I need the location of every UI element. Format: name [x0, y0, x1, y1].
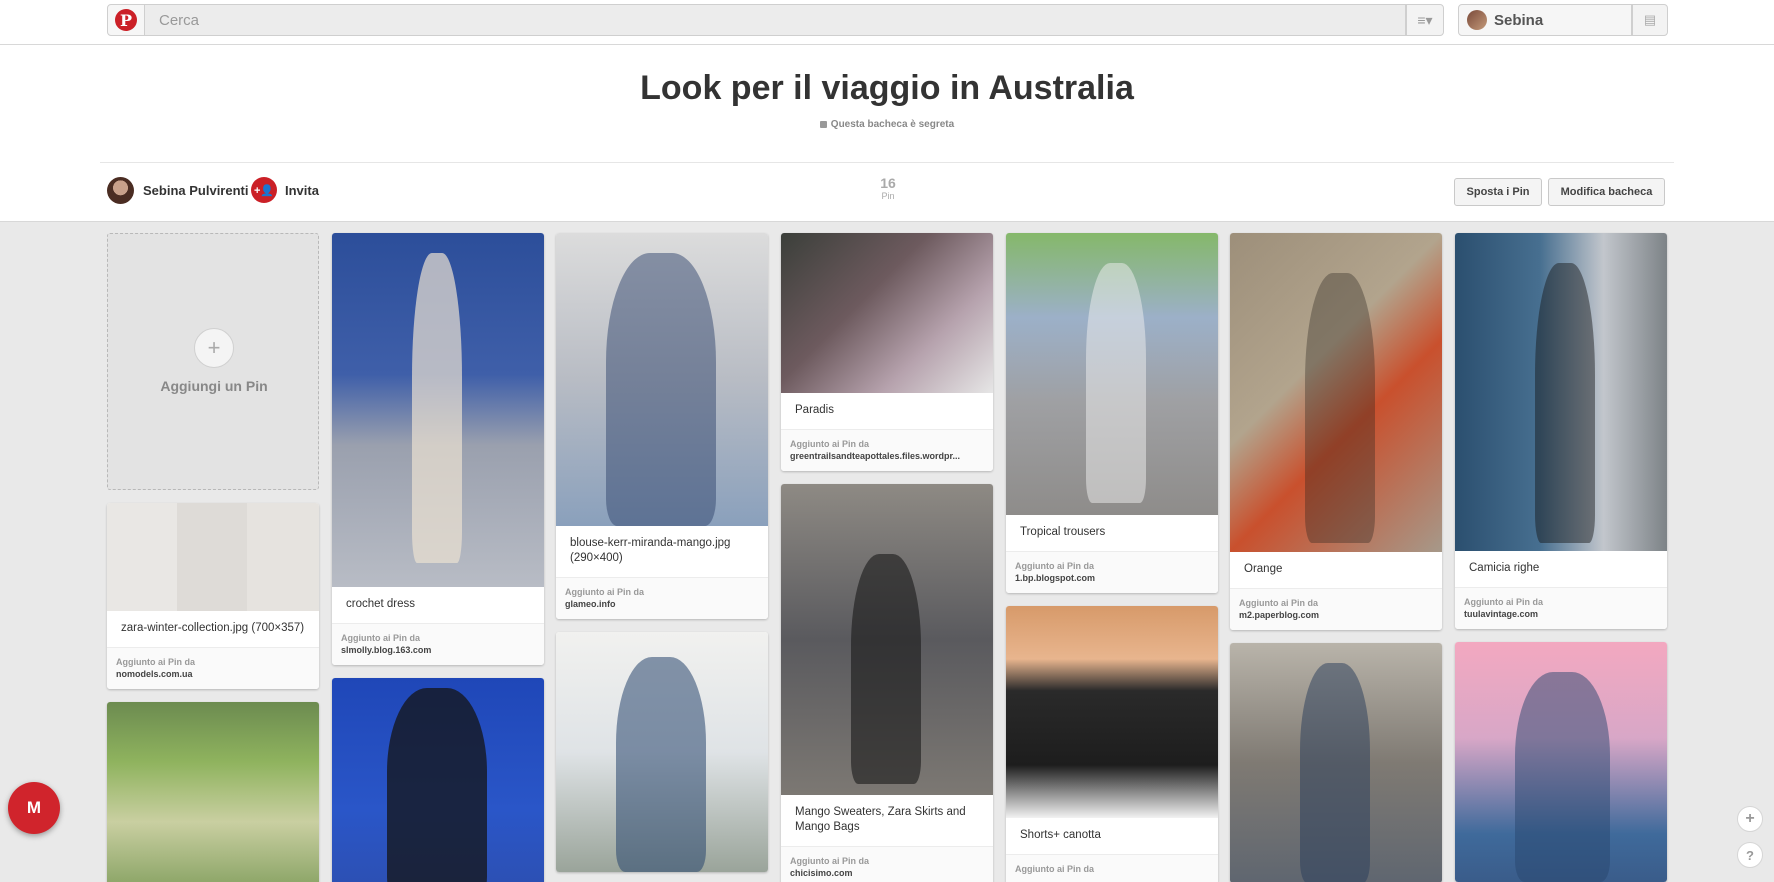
figure-shape [1515, 672, 1610, 882]
pin-description: Paradis [781, 393, 993, 430]
search-input[interactable] [145, 5, 1405, 35]
pin-image[interactable] [332, 678, 544, 882]
pin-card[interactable]: Mango Sweaters, Zara Skirts and Mango Ba… [781, 484, 993, 882]
plus-icon: + [194, 328, 234, 368]
notifications-button[interactable]: ▤ [1632, 4, 1668, 36]
pin-image[interactable] [556, 632, 768, 872]
pin-count-label: Pin [881, 191, 895, 201]
pinterest-logo-button[interactable]: P [107, 4, 145, 36]
add-pin-label: Aggiungi un Pin [160, 378, 268, 394]
divider [100, 162, 1674, 163]
pin-source[interactable]: Aggiunto ai Pin da [1006, 855, 1218, 882]
pin-description: Mango Sweaters, Zara Skirts and Mango Ba… [781, 795, 993, 847]
pin-card[interactable]: zara-winter-collection.jpg (700×357) Agg… [107, 503, 319, 689]
figure-shape [412, 253, 462, 563]
menu-icon: ≡▾ [1417, 11, 1433, 28]
pin-source[interactable]: Aggiunto ai Pin da glameo.info [556, 578, 768, 619]
pin-source[interactable]: Aggiunto ai Pin da slmolly.blog.163.com [332, 624, 544, 665]
pin-source[interactable]: Aggiunto ai Pin da nomodels.com.ua [107, 648, 319, 689]
top-bar: P ≡▾ Sebina ▤ [0, 0, 1774, 45]
pin-column-3: blouse-kerr-miranda-mango.jpg (290×400) … [556, 233, 768, 882]
pin-image[interactable] [1006, 233, 1218, 515]
figure-shape [387, 688, 487, 882]
board-header: Look per il viaggio in Australia Questa … [0, 45, 1774, 222]
pin-card[interactable]: Orange Aggiunto ai Pin da m2.paperblog.c… [1230, 233, 1442, 630]
user-name: Sebina [1494, 11, 1544, 29]
figure-shape [1086, 263, 1146, 503]
secret-board-label: Questa bacheca è segreta [0, 119, 1774, 130]
pin-image[interactable] [1006, 606, 1218, 818]
pin-description: Shorts+ canotta [1006, 818, 1218, 855]
pin-image[interactable] [107, 503, 319, 611]
move-pins-button[interactable]: Sposta i Pin [1454, 178, 1542, 206]
pin-column-5: Tropical trousers Aggiunto ai Pin da 1.b… [1006, 233, 1218, 882]
pin-card[interactable] [1230, 643, 1442, 882]
figure-shape [851, 554, 921, 784]
pin-description: Orange [1230, 552, 1442, 589]
board-owner[interactable]: Sebina Pulvirenti [107, 177, 248, 204]
pin-column-2: crochet dress Aggiunto ai Pin da slmolly… [332, 233, 544, 882]
pin-card[interactable]: Tropical trousers Aggiunto ai Pin da 1.b… [1006, 233, 1218, 593]
pin-description: zara-winter-collection.jpg (700×357) [107, 611, 319, 648]
invite-label: Invita [285, 182, 319, 198]
add-person-icon: +👤 [251, 177, 277, 203]
invite-button[interactable]: +👤 Invita [251, 177, 319, 203]
pin-card[interactable]: Camicia righe Aggiunto ai Pin da tuulavi… [1455, 233, 1667, 629]
pin-image[interactable] [781, 484, 993, 795]
pin-source[interactable]: Aggiunto ai Pin da 1.bp.blogspot.com [1006, 552, 1218, 593]
lock-icon [819, 121, 827, 128]
pin-column-4: Paradis Aggiunto ai Pin da greentrailsan… [781, 233, 993, 882]
pin-description: Tropical trousers [1006, 515, 1218, 552]
figure-shape [1305, 273, 1375, 543]
pin-image[interactable] [107, 702, 319, 882]
pin-source[interactable]: Aggiunto ai Pin da greentrailsandteapott… [781, 430, 993, 471]
pin-image[interactable] [1230, 643, 1442, 882]
pin-image[interactable] [1455, 642, 1667, 882]
avatar [1467, 10, 1487, 30]
pin-image[interactable] [1230, 233, 1442, 552]
pin-count-number: 16 [880, 175, 896, 191]
pin-source[interactable]: Aggiunto ai Pin da m2.paperblog.com [1230, 589, 1442, 630]
figure-shape [616, 657, 706, 872]
pin-description: blouse-kerr-miranda-mango.jpg (290×400) [556, 526, 768, 578]
pin-image[interactable] [332, 233, 544, 587]
pin-card[interactable]: blouse-kerr-miranda-mango.jpg (290×400) … [556, 233, 768, 619]
pin-source[interactable]: Aggiunto ai Pin da chicisimo.com [781, 847, 993, 882]
categories-menu-button[interactable]: ≡▾ [1406, 4, 1444, 36]
pin-image[interactable] [556, 233, 768, 526]
gmail-extension-button[interactable]: M [8, 782, 60, 834]
pin-column-6: Orange Aggiunto ai Pin da m2.paperblog.c… [1230, 233, 1442, 882]
pin-card[interactable]: crochet dress Aggiunto ai Pin da slmolly… [332, 233, 544, 665]
pin-card[interactable] [107, 702, 319, 882]
pin-image[interactable] [781, 233, 993, 393]
pin-count[interactable]: 16 Pin [858, 175, 918, 201]
pin-source[interactable]: Aggiunto ai Pin da tuulavintage.com [1455, 588, 1667, 629]
pin-card[interactable] [332, 678, 544, 882]
pin-image[interactable] [1455, 233, 1667, 551]
help-icon[interactable]: ? [1737, 842, 1763, 868]
owner-name: Sebina Pulvirenti [143, 183, 249, 198]
add-icon[interactable]: + [1737, 806, 1763, 832]
edit-board-button[interactable]: Modifica bacheca [1548, 178, 1665, 206]
figure-shape [1535, 263, 1595, 543]
add-pin-card[interactable]: + Aggiungi un Pin [107, 233, 319, 490]
notification-icon: ▤ [1643, 12, 1657, 27]
pin-card[interactable] [1455, 642, 1667, 882]
user-profile-button[interactable]: Sebina [1458, 4, 1632, 36]
search-box[interactable] [145, 4, 1406, 36]
pin-card[interactable] [556, 632, 768, 872]
pin-card[interactable]: Shorts+ canotta Aggiunto ai Pin da [1006, 606, 1218, 882]
figure-shape [1300, 663, 1370, 882]
pin-column-1: + Aggiungi un Pin zara-winter-collection… [107, 233, 319, 882]
pin-card[interactable]: Paradis Aggiunto ai Pin da greentrailsan… [781, 233, 993, 471]
pinterest-logo-icon: P [115, 9, 137, 31]
figure-shape [606, 253, 716, 526]
pin-column-7: Camicia righe Aggiunto ai Pin da tuulavi… [1455, 233, 1667, 882]
pin-description: crochet dress [332, 587, 544, 624]
pin-description: Camicia righe [1455, 551, 1667, 588]
board-title: Look per il viaggio in Australia [640, 69, 1134, 107]
owner-avatar [107, 177, 134, 204]
